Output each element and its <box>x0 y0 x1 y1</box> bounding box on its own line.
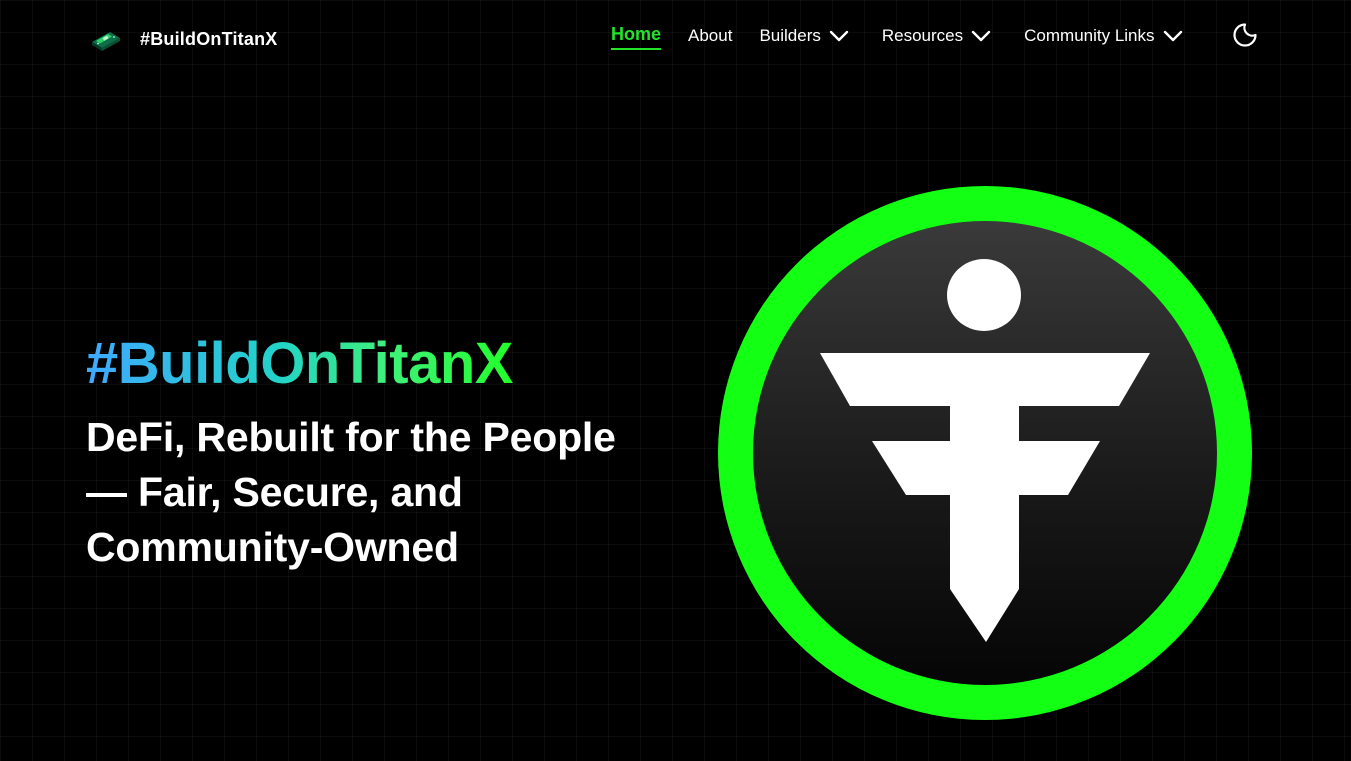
chevron-down-icon <box>829 30 849 42</box>
nav-builders-label: Builders <box>759 26 821 45</box>
site-header: #BuildOnTitanX Home About Builders Resou… <box>0 0 1351 76</box>
nav-community-links-label: Community Links <box>1024 26 1155 45</box>
chevron-down-icon <box>1163 30 1182 42</box>
circuit-board-icon <box>92 32 120 51</box>
titanx-logo-icon <box>718 186 1252 720</box>
hero-title: #BuildOnTitanX <box>86 331 513 396</box>
main-nav: Home About Builders Resources Community … <box>611 20 1183 52</box>
nav-resources-dropdown[interactable]: Resources <box>882 26 991 46</box>
hero-subtitle: DeFi, Rebuilt for the People — Fair, Sec… <box>86 414 616 570</box>
nav-home[interactable]: Home <box>611 24 662 50</box>
brand-name: #BuildOnTitanX <box>140 28 278 49</box>
nav-builders-dropdown[interactable]: Builders <box>759 26 849 46</box>
nav-resources-label: Resources <box>881 26 964 45</box>
page: #BuildOnTitanX Home About Builders Resou… <box>0 0 1351 761</box>
moon-icon[interactable] <box>1232 22 1258 48</box>
nav-about[interactable]: About <box>688 26 732 46</box>
nav-community-links-dropdown[interactable]: Community Links <box>1024 26 1182 46</box>
brand-link[interactable]: #BuildOnTitanX <box>90 24 277 54</box>
chevron-down-icon <box>971 30 991 42</box>
